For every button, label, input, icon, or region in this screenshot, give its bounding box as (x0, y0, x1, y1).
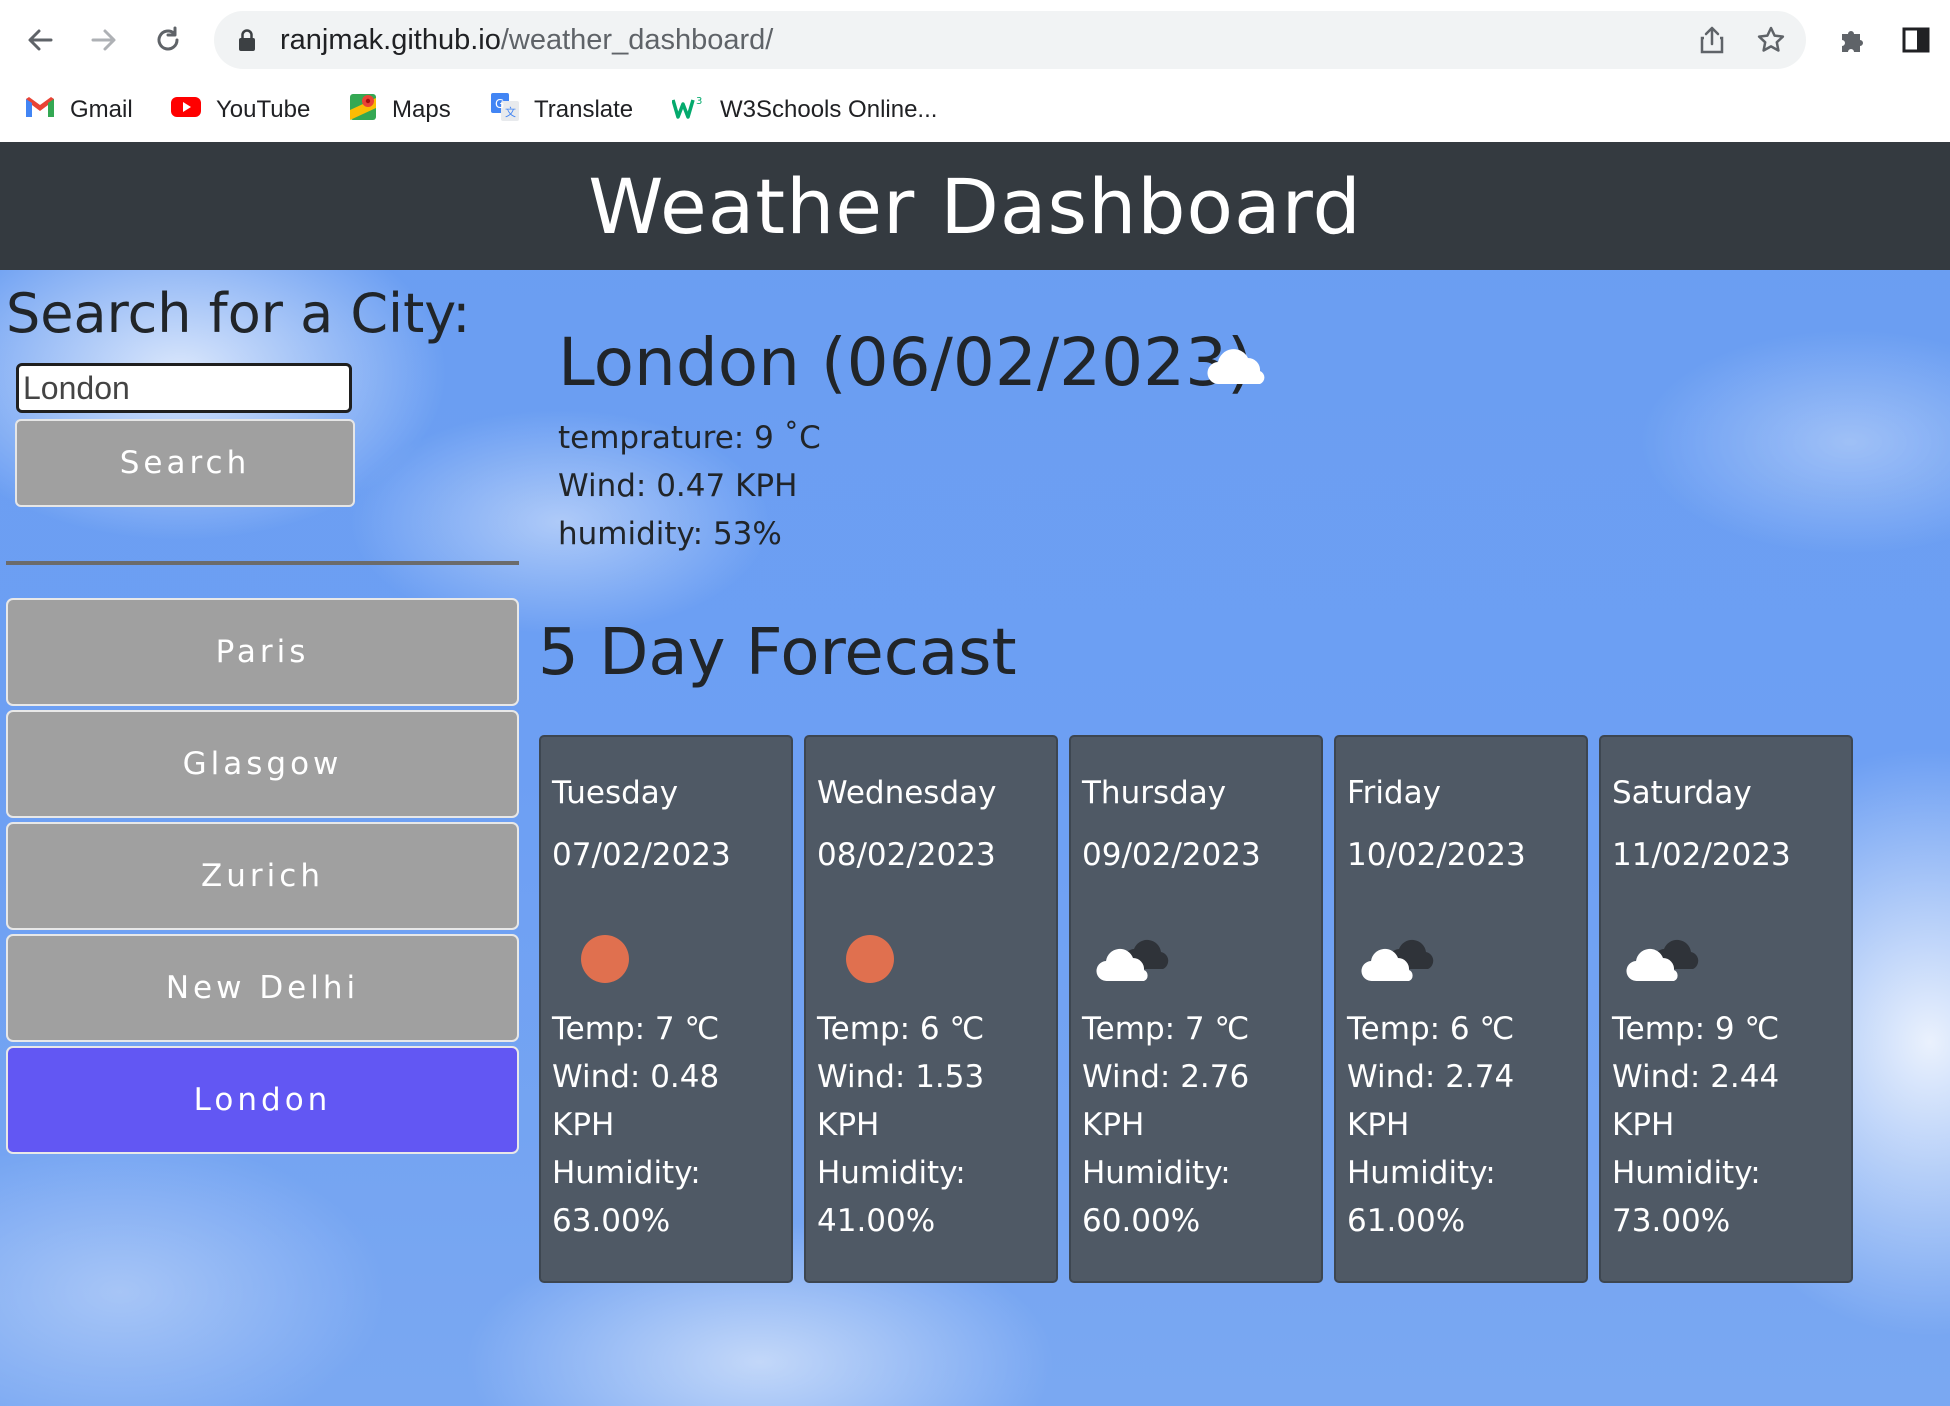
arrow-left-icon (25, 25, 55, 59)
forecast-date: 07/02/2023 (552, 837, 731, 873)
current-wind: Wind: 0.47 KPH (558, 468, 798, 504)
lock-icon (238, 28, 256, 56)
divider (6, 561, 519, 565)
search-label: Search for a City: (6, 282, 471, 345)
bookmark-label: Translate (534, 96, 634, 123)
clouds-icon (1625, 935, 1701, 989)
search-input[interactable] (16, 363, 352, 413)
arrow-right-icon (89, 25, 119, 59)
current-city-title: London (06/02/2023) (558, 324, 1253, 401)
forecast-humidity: Humidity: 41.00% (817, 1155, 966, 1239)
star-icon[interactable] (1756, 25, 1786, 59)
svg-text:G: G (495, 97, 504, 111)
side-panel-icon (1902, 26, 1930, 58)
reload-button[interactable] (146, 20, 190, 64)
forecast-temp: Temp: 6 ℃ (817, 1011, 985, 1047)
forecast-humidity: Humidity: 60.00% (1082, 1155, 1231, 1239)
forecast-card: Tuesday 07/02/2023 Temp: 7 ℃ Wind: 0.48 … (539, 735, 793, 1283)
forecast-card: Friday 10/02/2023 Temp: 6 ℃ Wind: 2.74 K… (1334, 735, 1588, 1283)
forecast-wind: Wind: 0.48 KPH (552, 1059, 720, 1143)
forecast-day: Wednesday (817, 775, 997, 811)
clouds-icon (1360, 935, 1436, 989)
forecast-stats: Temp: 7 ℃ Wind: 2.76 KPH Humidity: 60.00… (1082, 1005, 1318, 1245)
address-bar[interactable]: ranjmak.github.io/weather_dashboard/ (214, 11, 1806, 69)
forecast-wind: Wind: 1.53 KPH (817, 1059, 985, 1143)
w3schools-icon: 3 (671, 94, 706, 127)
gmail-icon (24, 95, 56, 126)
forecast-day: Saturday (1612, 775, 1752, 811)
url-text: ranjmak.github.io/weather_dashboard/ (280, 24, 773, 57)
forecast-humidity: Humidity: 73.00% (1612, 1155, 1761, 1239)
forecast-wind: Wind: 2.74 KPH (1347, 1059, 1515, 1143)
extensions-button[interactable] (1830, 20, 1874, 64)
forecast-date: 11/02/2023 (1612, 837, 1791, 873)
back-button[interactable] (18, 20, 62, 64)
history-button-paris[interactable]: Paris (6, 598, 519, 706)
forecast-temp: Temp: 7 ℃ (552, 1011, 720, 1047)
forecast-stats: Temp: 9 ℃ Wind: 2.44 KPH Humidity: 73.00… (1612, 1005, 1848, 1245)
history-button-zurich[interactable]: Zurich (6, 822, 519, 930)
bookmark-maps[interactable]: Maps (348, 90, 451, 130)
url-path: /weather_dashboard/ (500, 24, 774, 56)
app-header: Weather Dashboard (0, 142, 1950, 270)
svg-text:3: 3 (696, 96, 702, 107)
forecast-card: Saturday 11/02/2023 Temp: 9 ℃ Wind: 2.44… (1599, 735, 1853, 1283)
sun-icon (840, 929, 900, 993)
bookmark-w3schools[interactable]: 3 W3Schools Online... (671, 90, 938, 130)
forecast-wind: Wind: 2.76 KPH (1082, 1059, 1250, 1143)
url-host: ranjmak.github.io (280, 24, 501, 56)
page: Weather Dashboard Search for a City: Sea… (0, 142, 1950, 1406)
share-icon[interactable] (1698, 25, 1726, 59)
history-button-london[interactable]: London (6, 1046, 519, 1154)
sun-icon (575, 929, 635, 993)
youtube-icon (170, 95, 202, 126)
bookmark-gmail[interactable]: Gmail (24, 90, 133, 130)
forecast-wind: Wind: 2.44 KPH (1612, 1059, 1780, 1143)
forecast-humidity: Humidity: 61.00% (1347, 1155, 1496, 1239)
forecast-stats: Temp: 7 ℃ Wind: 0.48 KPH Humidity: 63.00… (552, 1005, 788, 1245)
puzzle-icon (1837, 25, 1867, 59)
forecast-title: 5 Day Forecast (538, 616, 1017, 690)
forecast-date: 10/02/2023 (1347, 837, 1526, 873)
forecast-temp: Temp: 6 ℃ (1347, 1011, 1515, 1047)
history-button-glasgow[interactable]: Glasgow (6, 710, 519, 818)
current-humidity: humidity: 53% (558, 516, 782, 552)
forecast-humidity: Humidity: 63.00% (552, 1155, 701, 1239)
forecast-stats: Temp: 6 ℃ Wind: 2.74 KPH Humidity: 61.00… (1347, 1005, 1583, 1245)
forecast-day: Friday (1347, 775, 1441, 811)
forecast-card: Thursday 09/02/2023 Temp: 7 ℃ Wind: 2.76… (1069, 735, 1323, 1283)
forecast-day: Thursday (1082, 775, 1227, 811)
bookmarks-bar: Gmail YouTube Maps G文 Translate 3 W3Scho… (0, 80, 1950, 143)
cloud-icon (1205, 344, 1269, 392)
page-title: Weather Dashboard (588, 161, 1362, 251)
forecast-temp: Temp: 7 ℃ (1082, 1011, 1250, 1047)
forecast-card: Wednesday 08/02/2023 Temp: 6 ℃ Wind: 1.5… (804, 735, 1058, 1283)
bookmark-label: Gmail (70, 96, 133, 123)
reload-icon (153, 25, 183, 59)
forward-button[interactable] (82, 20, 126, 64)
search-button[interactable]: Search (15, 419, 355, 507)
forecast-date: 09/02/2023 (1082, 837, 1261, 873)
search-history: Paris Glasgow Zurich New Delhi London (6, 598, 519, 1158)
maps-icon (348, 92, 378, 129)
bookmark-label: W3Schools Online... (720, 96, 938, 123)
svg-text:文: 文 (505, 105, 516, 119)
translate-icon: G文 (490, 92, 520, 129)
forecast-temp: Temp: 9 ℃ (1612, 1011, 1780, 1047)
bookmark-youtube[interactable]: YouTube (170, 90, 310, 130)
forecast-day: Tuesday (552, 775, 679, 811)
side-panel-button[interactable] (1894, 20, 1938, 64)
bookmark-label: YouTube (216, 96, 311, 123)
bookmark-label: Maps (392, 96, 451, 123)
forecast-stats: Temp: 6 ℃ Wind: 1.53 KPH Humidity: 41.00… (817, 1005, 1053, 1245)
browser-toolbar: ranjmak.github.io/weather_dashboard/ (0, 0, 1950, 80)
clouds-icon (1095, 935, 1171, 989)
bookmark-translate[interactable]: G文 Translate (490, 90, 633, 130)
history-button-new-delhi[interactable]: New Delhi (6, 934, 519, 1042)
forecast-date: 08/02/2023 (817, 837, 996, 873)
current-temperature: temprature: 9 ˚C (558, 420, 821, 456)
